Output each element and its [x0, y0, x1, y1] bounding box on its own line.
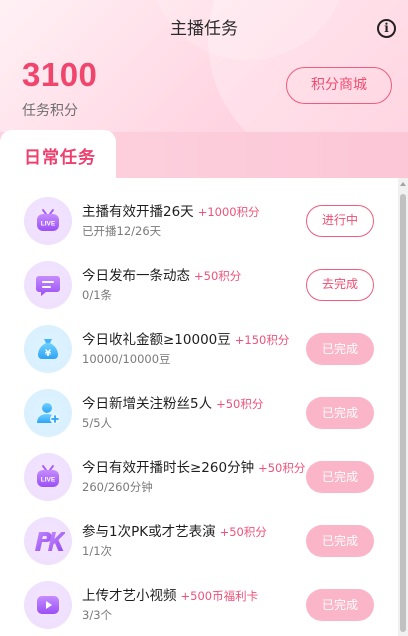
- task-title: 参与1次PK或才艺表演 +50积分: [82, 524, 267, 540]
- task-progress: 已开播12/26天: [82, 224, 162, 238]
- page-title: 主播任务: [170, 19, 238, 39]
- task-reward: +50积分: [258, 461, 306, 475]
- live-tv-icon: LIVE: [24, 197, 72, 245]
- live-tv-icon: LIVE: [24, 453, 72, 501]
- svg-text:LIVE: LIVE: [41, 477, 56, 484]
- task-reward: +50积分: [194, 269, 242, 283]
- task-title: 今日发布一条动态 +50积分: [82, 268, 242, 284]
- task-list: LIVE 主播有效开播26天 +1000积分 已开播12/26天 进行中 今日发布…: [0, 178, 398, 636]
- money-bag-icon: ¥: [24, 325, 72, 373]
- task-title: 今日有效开播时长≥260分钟 +50积分: [82, 460, 306, 476]
- task-row: 今日新增关注粉丝5人 +50积分 5/5人 已完成: [0, 381, 398, 445]
- task-title: 主播有效开播26天 +1000积分: [82, 204, 260, 220]
- task-go-complete-button[interactable]: 去完成: [306, 269, 374, 301]
- task-progress: 0/1条: [82, 288, 113, 302]
- task-completed-button[interactable]: 已完成: [306, 461, 374, 493]
- scroll-up-arrow-icon[interactable]: [400, 182, 406, 186]
- points-value: 3100: [22, 56, 98, 93]
- svg-text:LIVE: LIVE: [41, 221, 56, 228]
- task-row: 上传才艺小视频 +500币福利卡 3/3个 已完成: [0, 573, 398, 636]
- task-reward: +500币福利卡: [180, 589, 259, 603]
- task-reward: +50积分: [219, 525, 267, 539]
- scrollbar[interactable]: [398, 178, 408, 636]
- task-completed-button[interactable]: 已完成: [306, 333, 374, 365]
- scrollbar-thumb[interactable]: [400, 194, 406, 632]
- info-circle-icon[interactable]: i: [377, 19, 396, 38]
- task-title: 上传才艺小视频 +500币福利卡: [82, 588, 259, 604]
- task-progress: 1/1次: [82, 544, 113, 558]
- video-play-icon: [24, 581, 72, 629]
- task-completed-button[interactable]: 已完成: [306, 589, 374, 621]
- task-progress: 10000/10000豆: [82, 352, 171, 366]
- task-row: LIVE 今日有效开播时长≥260分钟 +50积分 260/260分钟 已完成: [0, 445, 398, 509]
- task-row: 参与1次PK或才艺表演 +50积分 1/1次 已完成: [0, 509, 398, 573]
- points-shop-button[interactable]: 积分商城: [286, 67, 392, 104]
- task-row: 今日发布一条动态 +50积分 0/1条 去完成: [0, 253, 398, 317]
- task-reward: +150积分: [234, 333, 290, 347]
- task-reward: +1000积分: [197, 205, 260, 219]
- chat-bubble-icon: [24, 261, 72, 309]
- tab-label: 日常任务: [24, 148, 96, 168]
- pk-icon: [24, 517, 72, 565]
- task-reward: +50积分: [216, 397, 264, 411]
- add-follower-icon: [24, 389, 72, 437]
- task-completed-button[interactable]: 已完成: [306, 397, 374, 429]
- task-title: 今日新增关注粉丝5人 +50积分: [82, 396, 264, 412]
- tab-daily-tasks[interactable]: 日常任务: [0, 130, 116, 178]
- task-row: ¥ 今日收礼金额≥10000豆 +150积分 10000/10000豆 已完成: [0, 317, 398, 381]
- task-progress: 3/3个: [82, 608, 113, 622]
- task-completed-button[interactable]: 已完成: [306, 525, 374, 557]
- svg-text:¥: ¥: [45, 349, 52, 359]
- task-row: LIVE 主播有效开播26天 +1000积分 已开播12/26天 进行中: [0, 189, 398, 253]
- task-title: 今日收礼金额≥10000豆 +150积分: [82, 332, 290, 348]
- points-label: 任务积分: [22, 103, 78, 119]
- task-in-progress-button[interactable]: 进行中: [306, 205, 374, 237]
- task-progress: 5/5人: [82, 416, 113, 430]
- task-progress: 260/260分钟: [82, 480, 153, 494]
